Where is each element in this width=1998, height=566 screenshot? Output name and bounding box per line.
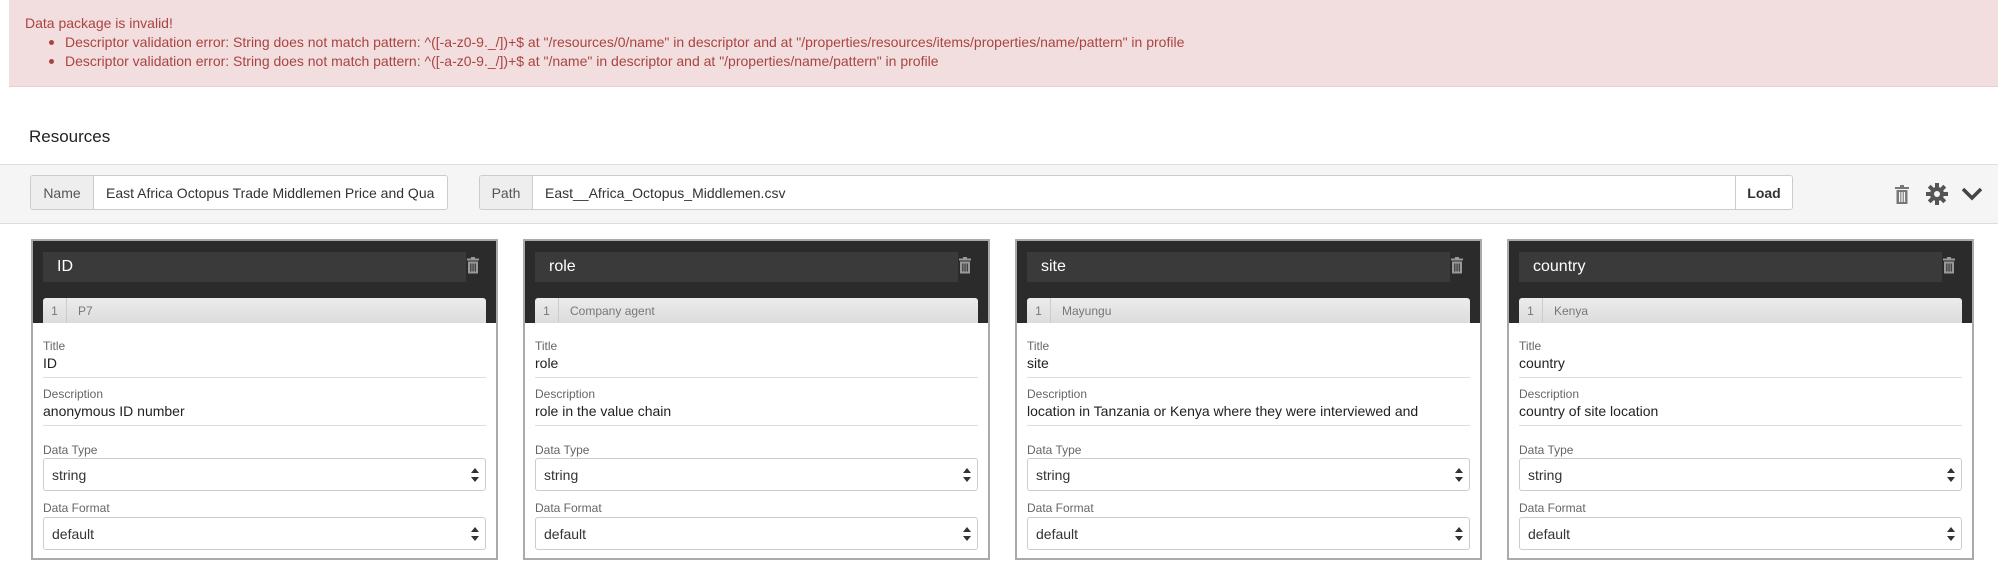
select-arrows-icon: [1947, 527, 1955, 541]
description-input[interactable]: location in Tanzania or Kenya where they…: [1027, 403, 1470, 426]
preview-value: Mayungu: [1062, 303, 1112, 318]
validation-error-alert: Data package is invalid! Descriptor vali…: [9, 0, 1998, 87]
select-arrows-icon: [471, 527, 479, 541]
data-preview-row: 1 Company agent: [535, 298, 978, 323]
data-format-value: default: [1036, 525, 1079, 542]
data-format-value: default: [544, 525, 587, 542]
preview-row-number: 1: [1027, 298, 1051, 323]
data-type-label: Data Type: [535, 443, 590, 457]
data-type-value: string: [544, 466, 579, 483]
description-label: Description: [43, 387, 104, 401]
gear-icon[interactable]: [1926, 183, 1948, 205]
trash-icon[interactable]: [1942, 257, 1956, 275]
data-format-select[interactable]: default: [43, 517, 486, 550]
data-format-label: Data Format: [43, 501, 110, 515]
title-input[interactable]: country: [1519, 355, 1962, 378]
description-label: Description: [535, 387, 596, 401]
field-name-input[interactable]: site: [1027, 252, 1450, 282]
select-arrows-icon: [963, 527, 971, 541]
select-arrows-icon: [963, 468, 971, 482]
preview-row-number: 1: [43, 298, 67, 323]
field-name-input[interactable]: country: [1519, 252, 1942, 282]
trash-icon[interactable]: [1891, 183, 1913, 205]
title-label: Title: [1519, 339, 1542, 353]
description-input[interactable]: role in the value chain: [535, 403, 978, 426]
title-label: Title: [1027, 339, 1050, 353]
preview-value: Company agent: [570, 303, 655, 318]
data-format-label: Data Format: [1027, 501, 1094, 515]
resource-path-input[interactable]: East__Africa_Octopus_Middlemen.csv: [533, 176, 1735, 209]
name-label: Name: [31, 176, 94, 209]
data-preview-row: 1 Kenya: [1519, 298, 1962, 323]
field-card-header: site 1 Mayungu: [1017, 241, 1480, 323]
data-preview-row: 1 P7: [43, 298, 486, 323]
path-label: Path: [480, 176, 533, 209]
preview-row-number: 1: [535, 298, 559, 323]
description-input[interactable]: country of site location: [1519, 403, 1962, 426]
data-format-label: Data Format: [535, 501, 602, 515]
load-button[interactable]: Load: [1735, 176, 1792, 209]
title-input[interactable]: ID: [43, 355, 486, 378]
field-card: country 1 Kenya Title country Descriptio…: [1507, 239, 1974, 560]
description-label: Description: [1027, 387, 1088, 401]
title-label: Title: [43, 339, 66, 353]
field-card: ID 1 P7 Title ID Description anonymous I…: [31, 239, 498, 560]
trash-icon[interactable]: [1450, 257, 1464, 275]
title-input[interactable]: role: [535, 355, 978, 378]
preview-row-number: 1: [1519, 298, 1543, 323]
section-title: Resources: [29, 127, 111, 146]
field-name-input[interactable]: role: [535, 252, 958, 282]
title-input[interactable]: site: [1027, 355, 1470, 378]
preview-value: Kenya: [1554, 303, 1589, 318]
title-label: Title: [535, 339, 558, 353]
data-format-select[interactable]: default: [1519, 517, 1962, 550]
select-arrows-icon: [1455, 527, 1463, 541]
trash-icon[interactable]: [466, 257, 480, 275]
data-type-label: Data Type: [43, 443, 98, 457]
data-format-select[interactable]: default: [1027, 517, 1470, 550]
alert-title: Data package is invalid!: [25, 15, 173, 31]
data-type-select[interactable]: string: [1027, 458, 1470, 491]
data-format-value: default: [1528, 525, 1571, 542]
data-preview-row: 1 Mayungu: [1027, 298, 1470, 323]
resource-name-input[interactable]: East Africa Octopus Trade Middlemen Pric…: [94, 176, 447, 209]
data-type-value: string: [52, 466, 87, 483]
data-type-select[interactable]: string: [1519, 458, 1962, 491]
resource-name-group: Name East Africa Octopus Trade Middlemen…: [30, 175, 448, 210]
select-arrows-icon: [1947, 468, 1955, 482]
data-type-value: string: [1036, 466, 1071, 483]
field-name-input[interactable]: ID: [43, 252, 466, 282]
field-card: role 1 Company agent Title role Descript…: [523, 239, 990, 560]
data-format-value: default: [52, 525, 95, 542]
field-card-header: ID 1 P7: [33, 241, 496, 323]
select-arrows-icon: [1455, 468, 1463, 482]
resource-path-group: Path East__Africa_Octopus_Middlemen.csv …: [479, 175, 1793, 210]
description-label: Description: [1519, 387, 1580, 401]
alert-error-item: Descriptor validation error: String does…: [49, 52, 1184, 71]
preview-value: P7: [78, 303, 93, 318]
data-type-label: Data Type: [1027, 443, 1082, 457]
data-format-label: Data Format: [1519, 501, 1586, 515]
trash-icon[interactable]: [958, 257, 972, 275]
field-card-header: role 1 Company agent: [525, 241, 988, 323]
field-card: site 1 Mayungu Title site Description lo…: [1015, 239, 1482, 560]
chevron-down-icon[interactable]: [1961, 183, 1983, 205]
alert-error-list: Descriptor validation error: String does…: [49, 33, 1184, 71]
data-format-select[interactable]: default: [535, 517, 978, 550]
resource-toolbar: Name East Africa Octopus Trade Middlemen…: [0, 164, 1998, 224]
field-card-header: country 1 Kenya: [1509, 241, 1972, 323]
data-type-label: Data Type: [1519, 443, 1574, 457]
data-type-select[interactable]: string: [43, 458, 486, 491]
data-type-value: string: [1528, 466, 1563, 483]
alert-error-item: Descriptor validation error: String does…: [49, 33, 1184, 52]
data-type-select[interactable]: string: [535, 458, 978, 491]
select-arrows-icon: [471, 468, 479, 482]
description-input[interactable]: anonymous ID number: [43, 403, 486, 426]
